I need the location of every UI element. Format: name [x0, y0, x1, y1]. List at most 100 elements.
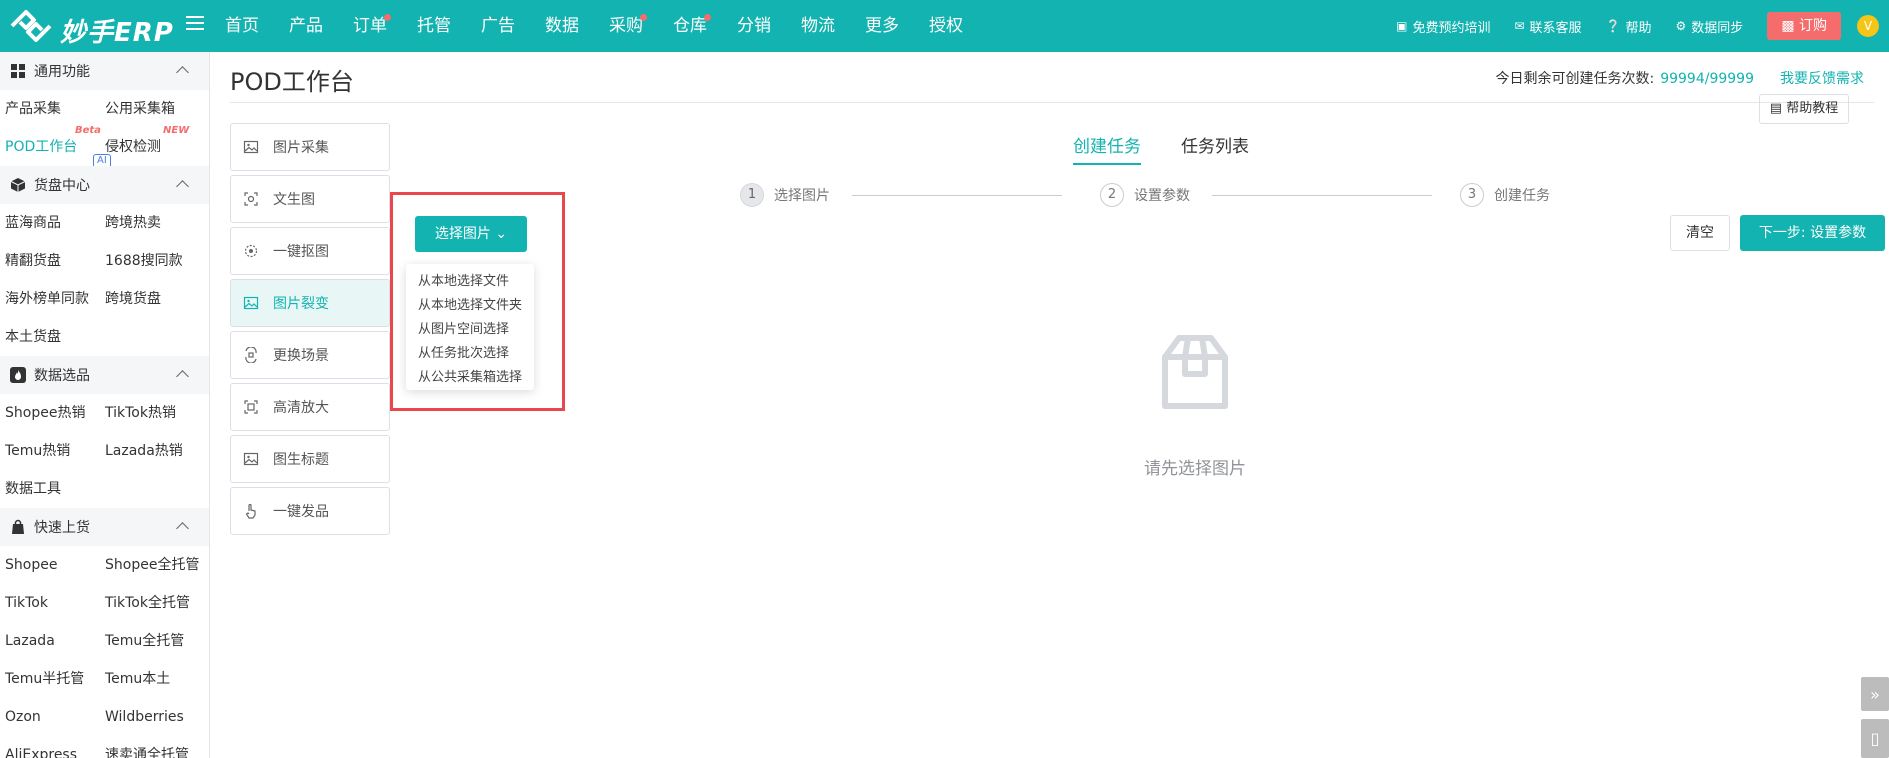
nav-purchase[interactable]: 采购: [609, 0, 647, 52]
clear-button[interactable]: 清空: [1670, 215, 1730, 251]
top-bar: 妙手ERP 首页 产品 订单 托管 广告 数据 采购 仓库 分销 物流 更多 授…: [0, 0, 1889, 52]
sidebar-item-temu-semi[interactable]: Temu半托管: [5, 660, 105, 698]
book-icon: ▤: [1769, 101, 1787, 116]
sidebar-section-data-selection[interactable]: 数据选品: [0, 356, 209, 394]
quota-value: 99994/99999: [1660, 71, 1754, 87]
nav-orders[interactable]: 订单: [353, 0, 391, 52]
question-icon: ❔: [1605, 19, 1621, 33]
hand-pointer-icon: [245, 503, 256, 519]
next-step-button[interactable]: 下一步: 设置参数: [1740, 215, 1885, 251]
nav-ads[interactable]: 广告: [481, 0, 515, 52]
sidebar-item-temu-full[interactable]: Temu全托管: [105, 622, 209, 660]
sidebar-item-infringement[interactable]: 侵权检测 NEW AI: [93, 126, 209, 168]
sidebar-item-aliexpress[interactable]: AliExpress: [5, 736, 105, 758]
sidebar-item-temu-hot[interactable]: Temu热销: [5, 432, 105, 470]
sidebar-item-data-tools[interactable]: 数据工具: [5, 470, 105, 508]
nav-products[interactable]: 产品: [289, 0, 323, 52]
nav-more[interactable]: 更多: [865, 0, 899, 52]
nav-home[interactable]: 首页: [225, 0, 259, 52]
option-local-file[interactable]: 从本地选择文件: [406, 270, 534, 294]
grid-icon: [11, 64, 25, 78]
expand-panel-button[interactable]: »: [1861, 677, 1889, 711]
tool-change-scene[interactable]: 更换场景: [230, 331, 390, 379]
step-2: 2 设置参数: [1100, 183, 1190, 207]
sidebar-item-local-supply[interactable]: 本土货盘: [5, 318, 105, 356]
sidebar-item-tiktok-hot[interactable]: TikTok热销: [105, 394, 209, 432]
step-line: [1212, 195, 1432, 196]
sidebar-item-1688[interactable]: 1688搜同款: [105, 242, 209, 280]
bag-icon: ▩: [1781, 18, 1799, 34]
training-link[interactable]: ▣ 免费预约培训: [1396, 17, 1490, 36]
nav-warehouse[interactable]: 仓库: [673, 0, 711, 52]
nav-authorize[interactable]: 授权: [929, 0, 963, 52]
tool-image-to-title[interactable]: 图生标题: [230, 435, 390, 483]
nav-managed[interactable]: 托管: [417, 0, 451, 52]
menu-toggle-icon[interactable]: [186, 16, 204, 36]
sidebar-item-ozon[interactable]: Ozon: [5, 698, 105, 736]
image-icon: [243, 140, 259, 154]
help-link[interactable]: ❔ 帮助: [1606, 17, 1652, 36]
sidebar-item-tiktok[interactable]: TikTok: [5, 584, 105, 622]
sidebar-item-crossborder-supply[interactable]: 跨境货盘: [105, 280, 209, 318]
step-1: 1 选择图片: [740, 183, 830, 207]
sidebar-item-public-box[interactable]: 公用采集箱: [105, 90, 209, 128]
sidebar-item-shopee[interactable]: Shopee: [5, 546, 105, 584]
cutout-icon: [244, 244, 258, 258]
tool-one-click-publish[interactable]: 一键发品: [230, 487, 390, 535]
help-tutorial-button[interactable]: ▤ 帮助教程: [1759, 94, 1849, 124]
sidebar-item-tiktok-full[interactable]: TikTok全托管: [105, 584, 209, 622]
sync-link[interactable]: ⚙ 数据同步: [1676, 17, 1744, 36]
feedback-link[interactable]: 我要反馈需求: [1780, 71, 1864, 87]
sidebar-item-overseas-rank[interactable]: 海外榜单同款: [5, 280, 105, 318]
shopping-bag-icon: [12, 519, 24, 534]
tool-text-to-image[interactable]: 文生图: [230, 175, 390, 223]
select-image-button[interactable]: 选择图片 ⌄: [415, 216, 527, 252]
sidebar-section-general[interactable]: 通用功能: [0, 52, 209, 90]
sidebar-item-aliexpress-full[interactable]: 速卖通全托管: [105, 736, 209, 758]
logo-icon: [10, 10, 52, 42]
sidebar-item-crossborder-hot[interactable]: 跨境热卖: [105, 204, 209, 242]
chevron-up-icon: [176, 522, 189, 535]
avatar[interactable]: V: [1857, 15, 1879, 37]
tool-upscale[interactable]: 高清放大: [230, 383, 390, 431]
sidebar-item-pod[interactable]: POD工作台 Beta: [5, 126, 105, 166]
support-link[interactable]: ✉ 联系客服: [1514, 17, 1581, 36]
option-local-folder[interactable]: 从本地选择文件夹: [406, 294, 534, 318]
step-line: [852, 195, 1062, 196]
main-nav: 首页 产品 订单 托管 广告 数据 采购 仓库 分销 物流 更多 授权: [225, 0, 993, 52]
sidebar-section-supply[interactable]: 货盘中心: [0, 166, 209, 204]
cube-icon: [10, 178, 26, 192]
sidebar-item-blue-ocean[interactable]: 蓝海商品: [5, 204, 105, 242]
sidebar-item-refined[interactable]: 精翻货盘: [5, 242, 105, 280]
sidebar-item-shopee-hot[interactable]: Shopee热销: [5, 394, 105, 432]
order-button[interactable]: ▩ 订购: [1767, 12, 1841, 40]
sidebar-item-temu-local[interactable]: Temu本土: [105, 660, 209, 698]
sidebar-item-product-collect[interactable]: 产品采集: [5, 90, 105, 128]
tab-create-task[interactable]: 创建任务: [1073, 132, 1141, 165]
sidebar-item-shopee-full[interactable]: Shopee全托管: [105, 546, 209, 584]
notification-dot: [704, 14, 711, 21]
option-public-box[interactable]: 从公共采集箱选择: [406, 366, 534, 390]
text-image-icon: [244, 192, 258, 206]
tool-cutout[interactable]: 一键抠图: [230, 227, 390, 275]
tool-image-collect[interactable]: 图片采集: [230, 123, 390, 171]
logo[interactable]: 妙手ERP: [8, 8, 188, 48]
tab-task-list[interactable]: 任务列表: [1181, 132, 1249, 165]
option-task-batch[interactable]: 从任务批次选择: [406, 342, 534, 366]
nav-distribution[interactable]: 分销: [737, 0, 771, 52]
empty-text: 请先选择图片: [1144, 459, 1246, 479]
mobile-view-button[interactable]: ▯: [1861, 719, 1889, 758]
option-image-space[interactable]: 从图片空间选择: [406, 318, 534, 342]
sidebar-item-lazada[interactable]: Lazada: [5, 622, 105, 660]
nav-logistics[interactable]: 物流: [801, 0, 835, 52]
logo-text: 妙手ERP: [60, 18, 174, 48]
sidebar-item-wildberries[interactable]: Wildberries: [105, 698, 209, 736]
chevron-up-icon: [176, 180, 189, 193]
sidebar-section-quick-listing[interactable]: 快速上货: [0, 508, 209, 546]
nav-data[interactable]: 数据: [545, 0, 579, 52]
tool-image-fission[interactable]: 图片裂变: [230, 279, 390, 327]
sidebar-item-lazada-hot[interactable]: Lazada热销: [105, 432, 209, 470]
monitor-icon: ▣: [1396, 19, 1408, 33]
task-tabs: 创建任务 任务列表: [1073, 132, 1289, 165]
image-icon: [243, 296, 259, 310]
